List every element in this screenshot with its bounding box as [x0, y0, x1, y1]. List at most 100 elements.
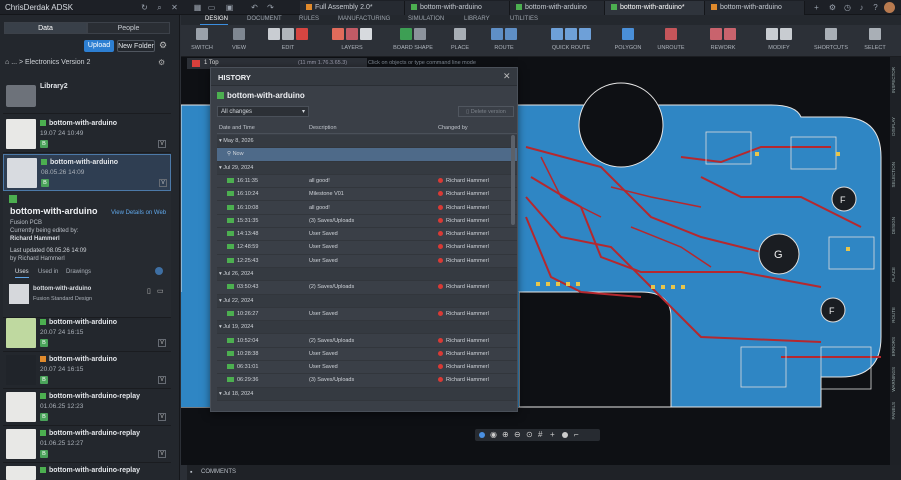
- comments-bar[interactable]: ▪ COMMENTS: [187, 465, 901, 480]
- folder-item[interactable]: Library2: [3, 77, 171, 114]
- version-button[interactable]: V: [158, 376, 166, 384]
- add-tab-icon[interactable]: +: [812, 3, 821, 12]
- delete-version-button[interactable]: ▯ Delete version: [458, 106, 514, 117]
- redo-icon[interactable]: ↷: [266, 3, 275, 12]
- file-item[interactable]: bottom-with-arduino 19.07 24 10:49 B V: [3, 116, 171, 153]
- board-shape-group[interactable]: BOARD SHAPE: [389, 27, 437, 55]
- tab-uses[interactable]: Uses: [15, 269, 29, 278]
- tab-document[interactable]: DOCUMENT: [247, 16, 282, 22]
- history-date-group[interactable]: ▾ Jul 22, 2024: [217, 294, 517, 308]
- new-folder-button[interactable]: New Folder: [117, 40, 155, 52]
- tab-library[interactable]: LIBRARY: [464, 16, 490, 22]
- doc-tab-1[interactable]: Full Assembly 2.0*: [300, 1, 405, 15]
- tab-manufacturing[interactable]: MANUFACTURING: [338, 16, 390, 22]
- tab-inspector[interactable]: INSPECTOR: [891, 67, 896, 93]
- bell-icon[interactable]: ♪: [857, 3, 866, 12]
- switch-group[interactable]: SWITCH: [187, 27, 217, 55]
- doc-tab-5[interactable]: bottom-with-arduino: [705, 1, 805, 15]
- tab-place[interactable]: PLACE: [891, 267, 896, 282]
- tab-display[interactable]: DISPLAY: [891, 117, 896, 136]
- route-group[interactable]: ROUTE: [479, 27, 529, 55]
- zoom-window-icon[interactable]: ⊖: [514, 430, 521, 439]
- layer-select[interactable]: 1 Top: [204, 60, 219, 66]
- info-icon[interactable]: [155, 267, 163, 275]
- zoom-icon[interactable]: ⊕: [502, 430, 509, 439]
- tab-selection[interactable]: SELECTION: [891, 162, 896, 188]
- history-row[interactable]: 06:31:01 User Saved Richard Hammerl: [217, 361, 517, 375]
- history-date-group[interactable]: ▾ Jul 26, 2024: [217, 268, 517, 282]
- modify-group[interactable]: MODIFY: [759, 27, 799, 55]
- col-description[interactable]: Description: [309, 122, 337, 134]
- changes-filter-select[interactable]: All changes ▾: [217, 106, 309, 117]
- tab-route[interactable]: ROUTE: [891, 307, 896, 323]
- extensions-icon[interactable]: ⚙: [828, 3, 837, 12]
- help-icon[interactable]: ?: [871, 3, 880, 12]
- tab-used-in[interactable]: Used in: [38, 269, 58, 275]
- history-row[interactable]: 15:31:35 (3) Saves/Uploads Richard Hammerl: [217, 215, 517, 229]
- scrollbar[interactable]: [511, 135, 515, 225]
- history-date-group[interactable]: ▾ May 8, 2026: [217, 135, 517, 149]
- doc-tab-4[interactable]: bottom-with-arduino*: [605, 1, 705, 15]
- history-row[interactable]: 10:52:04 (2) Saves/Uploads Richard Hammerl: [217, 335, 517, 348]
- history-row[interactable]: 16:10:08 all good! Richard Hammerl: [217, 202, 517, 215]
- search-icon[interactable]: ⌕: [155, 3, 164, 12]
- grid-toggle-icon[interactable]: #: [538, 430, 542, 439]
- version-button[interactable]: V: [158, 339, 166, 347]
- tab-rules[interactable]: RULES: [299, 16, 319, 22]
- rework-group[interactable]: REWORK: [697, 27, 749, 55]
- team-icon[interactable]: ⚙: [158, 58, 165, 67]
- view-group[interactable]: VIEW: [225, 27, 253, 55]
- doc-tab-2[interactable]: bottom-with-arduino: [405, 1, 510, 15]
- tab-drawings[interactable]: Drawings: [66, 269, 91, 275]
- shortcuts-group[interactable]: SHORTCUTS: [809, 27, 853, 55]
- upload-button[interactable]: Upload: [84, 40, 114, 52]
- edit-group[interactable]: EDIT: [261, 27, 315, 55]
- history-row[interactable]: 16:11:35 all good! Richard Hammerl: [217, 175, 517, 189]
- file-item[interactable]: bottom-with-arduino 20.07 24 16:15 B V: [3, 315, 171, 352]
- orbit-icon[interactable]: [479, 432, 485, 438]
- version-button[interactable]: V: [159, 179, 167, 187]
- data-tab[interactable]: Data: [4, 22, 87, 34]
- select-group[interactable]: SELECT: [859, 27, 891, 55]
- file-item[interactable]: bottom-with-arduino 20.07 24 16:15 B V: [3, 352, 171, 389]
- close-icon[interactable]: ✕: [503, 71, 511, 82]
- snap-icon[interactable]: +: [550, 430, 555, 439]
- undo-icon[interactable]: ↶: [250, 3, 259, 12]
- file-item[interactable]: bottom-with-arduino-replay 01.06.25 12:2…: [3, 426, 171, 463]
- tab-simulation[interactable]: SIMULATION: [408, 16, 444, 22]
- tab-utilities[interactable]: UTILITIES: [510, 16, 538, 22]
- close-panel-icon[interactable]: ✕: [170, 3, 179, 12]
- history-row[interactable]: 06:29:36 (3) Saves/Uploads Richard Hammerl: [217, 374, 517, 388]
- people-tab[interactable]: People: [87, 22, 170, 34]
- tab-panels[interactable]: PANELS: [891, 402, 896, 419]
- settings-icon[interactable]: ⚙: [159, 40, 167, 51]
- history-date-group[interactable]: ▾ Jul 19, 2024: [217, 321, 517, 335]
- polygon-group[interactable]: POLYGON: [611, 27, 645, 55]
- use-name[interactable]: bottom-with-arduino: [33, 286, 91, 292]
- history-row[interactable]: 10:26:27 User Saved Richard Hammerl: [217, 308, 517, 322]
- clock-icon[interactable]: ◷: [843, 3, 852, 12]
- refresh-icon[interactable]: ↻: [140, 3, 149, 12]
- unroute-group[interactable]: UNROUTE: [654, 27, 688, 55]
- look-icon[interactable]: ◉: [490, 430, 497, 439]
- tab-design-panel[interactable]: DESIGN: [891, 217, 896, 234]
- save-icon[interactable]: ▣: [225, 3, 234, 12]
- layers-group[interactable]: LAYERS: [327, 27, 377, 55]
- history-row[interactable]: ⚲ Now: [217, 148, 517, 162]
- fit-icon[interactable]: ⊙: [526, 430, 533, 439]
- col-date[interactable]: Date and Time: [219, 122, 255, 134]
- col-changed-by[interactable]: Changed by: [438, 122, 468, 134]
- grid-icon[interactable]: ▦: [193, 3, 202, 12]
- avatar[interactable]: [884, 2, 895, 13]
- folder-open-icon[interactable]: ▭: [157, 287, 164, 295]
- version-button[interactable]: V: [158, 413, 166, 421]
- quick-route-group[interactable]: QUICK ROUTE: [541, 27, 601, 55]
- file-item-selected[interactable]: bottom-with-arduino 08.05.26 14:09 B V: [3, 154, 171, 191]
- user-name[interactable]: ChrisDerdak ADSK: [5, 3, 73, 12]
- filter-icon[interactable]: ⌐: [574, 430, 579, 439]
- history-row[interactable]: 16:10:24 Milestone V01 Richard Hammerl: [217, 188, 517, 202]
- history-date-group[interactable]: ▾ Jul 29, 2024: [217, 161, 517, 175]
- file-item[interactable]: bottom-with-arduino-replay 01.06.25 12:2…: [3, 389, 171, 426]
- file-item[interactable]: bottom-with-arduino-replay: [3, 463, 171, 480]
- doc-tab-3[interactable]: bottom-with-arduino: [510, 1, 605, 15]
